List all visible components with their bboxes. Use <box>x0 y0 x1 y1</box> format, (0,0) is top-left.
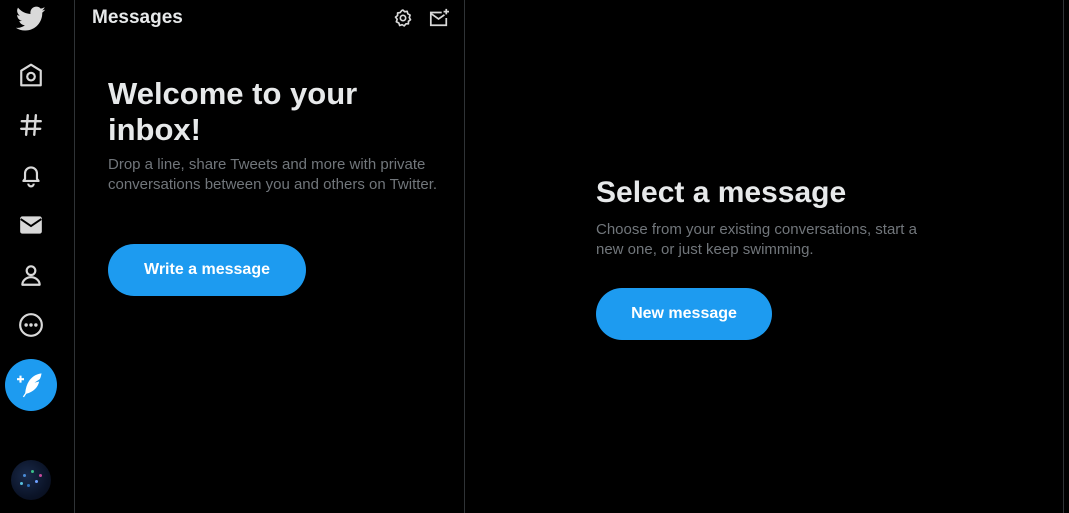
compose-tweet-button[interactable] <box>5 359 57 411</box>
message-detail-panel: Select a message Choose from your existi… <box>465 0 1064 513</box>
app-window: Messages Welcome to your inbox! Drop a l… <box>0 0 1069 513</box>
home-icon[interactable] <box>14 58 48 92</box>
avatar-speck <box>20 482 23 485</box>
select-message-heading: Select a message <box>596 176 847 209</box>
welcome-heading: Welcome to your inbox! <box>108 76 358 147</box>
welcome-description: Drop a line, share Tweets and more with … <box>108 156 438 193</box>
hashtag-icon[interactable] <box>14 108 48 142</box>
messages-panel: Messages Welcome to your inbox! Drop a l… <box>75 0 465 513</box>
write-message-button[interactable]: Write a message <box>108 244 306 296</box>
avatar[interactable] <box>11 460 51 500</box>
new-message-button[interactable]: New message <box>596 288 772 340</box>
person-icon[interactable] <box>14 258 48 292</box>
gear-icon <box>394 9 412 27</box>
settings-button[interactable] <box>391 6 415 30</box>
avatar-speck <box>35 480 38 483</box>
select-message-description: Choose from your existing conversations,… <box>596 221 917 258</box>
new-message-header-button[interactable] <box>427 6 451 30</box>
envelope-icon[interactable] <box>14 208 48 242</box>
twitter-bird-icon[interactable] <box>14 2 48 36</box>
page-title: Messages <box>92 7 183 28</box>
avatar-speck <box>31 470 34 473</box>
avatar-speck <box>23 474 26 477</box>
avatar-speck <box>39 474 42 477</box>
bell-icon[interactable] <box>14 158 48 192</box>
feather-plus-icon <box>17 373 42 398</box>
envelope-plus-icon <box>429 8 449 27</box>
more-circle-icon[interactable] <box>14 308 48 342</box>
left-nav-rail <box>0 0 75 513</box>
avatar-speck <box>27 484 30 487</box>
